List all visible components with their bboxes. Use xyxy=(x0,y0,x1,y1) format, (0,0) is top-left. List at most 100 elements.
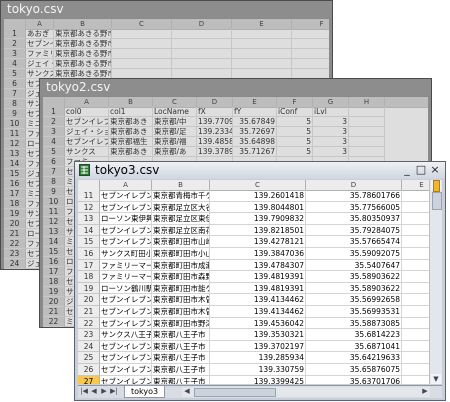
table-cell[interactable]: 35.80350937 xyxy=(306,213,402,225)
table-cell[interactable]: 139.4858 xyxy=(197,137,233,147)
table-cell[interactable]: セブンイレブン八 xyxy=(100,375,152,384)
table-cell[interactable]: 35.63701706 xyxy=(306,375,402,384)
row-number[interactable]: 8 xyxy=(4,99,26,109)
column-header[interactable]: C xyxy=(112,19,172,29)
vertical-scrollbar[interactable]: ▲ ▼ xyxy=(429,180,442,384)
table-cell[interactable] xyxy=(172,39,232,49)
table-cell[interactable]: ファミリーマ xyxy=(26,49,54,59)
table-cell[interactable]: 東京都八王子市 xyxy=(152,352,210,364)
table-cell[interactable] xyxy=(172,49,232,59)
row-number[interactable]: 6 xyxy=(4,79,26,89)
row-number[interactable]: 9 xyxy=(4,109,26,119)
scroll-down-icon[interactable]: ▼ xyxy=(431,374,441,384)
table-cell[interactable]: 35.72697 xyxy=(233,127,277,137)
table-cell[interactable]: セブンイレブ xyxy=(65,117,109,127)
table-cell[interactable] xyxy=(232,59,292,69)
table-cell[interactable]: iLvl xyxy=(313,107,349,117)
table-cell[interactable]: 5 xyxy=(277,127,313,137)
table-cell[interactable]: 35.58903622 xyxy=(306,282,402,295)
table-cell[interactable]: fY xyxy=(233,107,277,117)
table-cell[interactable]: 東京都足立区東伊 xyxy=(152,213,210,225)
row-number[interactable]: 14 xyxy=(78,224,100,237)
table-cell[interactable] xyxy=(402,376,429,384)
table-cell[interactable]: 東京都/足 xyxy=(153,127,197,137)
table-cell[interactable]: 東京都あき xyxy=(109,117,153,127)
table-cell[interactable] xyxy=(402,318,429,330)
column-header[interactable]: G xyxy=(313,97,349,107)
column-header[interactable]: E xyxy=(232,19,292,29)
table-cell[interactable] xyxy=(349,147,385,157)
table-cell[interactable]: セブンイレブン xyxy=(100,190,152,202)
table-cell[interactable]: 東京都町田市木曽 xyxy=(152,306,210,318)
table-cell[interactable] xyxy=(232,29,292,39)
table-cell[interactable] xyxy=(232,39,292,49)
table-cell[interactable]: 3 xyxy=(313,117,349,127)
table-cell[interactable] xyxy=(402,236,429,248)
table-cell[interactable] xyxy=(172,29,232,39)
row-number[interactable]: 13 xyxy=(43,227,65,237)
table-cell[interactable]: 東京都八王子市 xyxy=(152,329,210,341)
table-cell[interactable] xyxy=(402,213,429,225)
table-cell[interactable]: セブンイレブン八 xyxy=(100,364,152,376)
row-number[interactable]: 20 xyxy=(43,297,65,307)
table-cell[interactable]: fX xyxy=(197,107,233,117)
table-cell[interactable]: 35.77566005 xyxy=(306,201,402,214)
table-cell[interactable]: 35.64219633 xyxy=(306,352,402,364)
first-sheet-icon[interactable]: |◀ xyxy=(80,387,88,396)
table-cell[interactable]: 35.64898 xyxy=(233,137,277,147)
table-cell[interactable]: 東京都/福 xyxy=(153,137,197,147)
table-cell[interactable]: 139.3847036 xyxy=(210,248,306,260)
table-cell[interactable]: ローソン東伊興町 xyxy=(100,213,152,225)
table-cell[interactable]: 東京都福生 xyxy=(109,137,153,147)
table-cell[interactable]: 139.4134462 xyxy=(210,294,306,306)
table-cell[interactable]: 5 xyxy=(277,137,313,147)
last-sheet-icon[interactable]: ▶| xyxy=(110,387,118,396)
row-number[interactable]: 10 xyxy=(4,119,26,129)
row-number[interactable]: 17 xyxy=(4,189,26,199)
row-number[interactable]: 22 xyxy=(43,317,65,327)
table-cell[interactable] xyxy=(349,127,385,137)
table-cell[interactable]: 35.67849 xyxy=(233,117,277,127)
table-cell[interactable]: 35.56992658 xyxy=(306,294,402,306)
row-number[interactable]: 2 xyxy=(4,39,26,49)
row-number[interactable]: 21 xyxy=(78,306,100,318)
table-cell[interactable]: 139.7709 xyxy=(197,117,233,127)
table-cell[interactable] xyxy=(402,202,429,214)
column-header[interactable]: E xyxy=(402,180,429,190)
next-sheet-icon[interactable]: ▶ xyxy=(100,387,108,396)
title-bar[interactable]: tokyo.csv xyxy=(1,1,332,18)
row-number[interactable]: 15 xyxy=(4,169,26,179)
row-number[interactable]: 4 xyxy=(4,59,26,69)
table-cell[interactable]: 東京都あき xyxy=(109,127,153,137)
table-cell[interactable]: 139.330759 xyxy=(210,364,306,376)
row-number[interactable]: 22 xyxy=(4,239,26,249)
split-handle[interactable] xyxy=(433,180,440,192)
row-number[interactable]: 7 xyxy=(43,167,65,177)
table-cell[interactable] xyxy=(402,341,429,353)
row-number[interactable]: 19 xyxy=(4,209,26,219)
table-cell[interactable]: 3 xyxy=(313,147,349,157)
row-number[interactable]: 19 xyxy=(78,282,100,295)
table-cell[interactable]: 東京都八王子市 xyxy=(152,364,210,376)
column-header[interactable]: B xyxy=(109,97,153,107)
title-bar[interactable]: tokyo2.csv xyxy=(40,79,431,96)
minimize-button[interactable]: _ xyxy=(401,164,413,176)
row-number[interactable]: 24 xyxy=(4,259,26,269)
table-cell[interactable]: 139.4134462 xyxy=(210,306,306,318)
row-number[interactable]: 3 xyxy=(43,127,65,137)
table-cell[interactable]: セブンイレブン xyxy=(100,224,152,237)
table-cell[interactable]: 139.8044801 xyxy=(210,201,306,214)
row-number[interactable]: 13 xyxy=(4,149,26,159)
column-header[interactable]: A xyxy=(65,97,109,107)
table-cell[interactable] xyxy=(292,49,329,59)
table-cell[interactable]: 35.59092075 xyxy=(306,248,402,260)
row-number[interactable]: 6 xyxy=(43,157,65,167)
table-cell[interactable] xyxy=(349,117,385,127)
table-cell[interactable] xyxy=(402,364,429,376)
maximize-button[interactable]: □ xyxy=(415,164,427,176)
row-number[interactable]: 16 xyxy=(43,257,65,267)
table-cell[interactable] xyxy=(232,49,292,59)
table-cell[interactable]: 139.4819391 xyxy=(210,271,306,283)
table-cell[interactable]: セブンイレブン xyxy=(100,317,152,330)
table-cell[interactable]: 35.57665474 xyxy=(306,236,402,248)
